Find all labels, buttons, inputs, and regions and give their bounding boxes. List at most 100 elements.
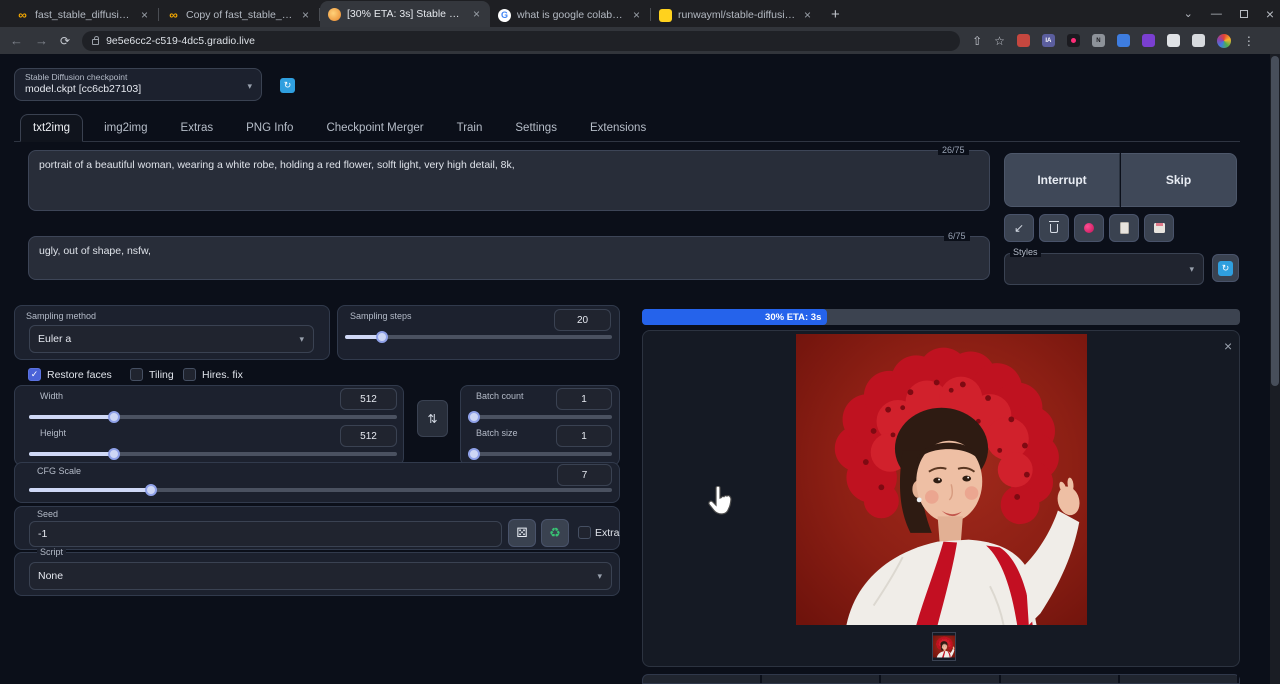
extension-icon-dark-pink (1070, 38, 1076, 43)
chevron-down-icon: ▾ (299, 333, 304, 344)
cfg-scale-value[interactable]: 7 (557, 464, 612, 486)
reuse-seed-button[interactable]: ♻ (541, 519, 569, 547)
checkpoint-refresh-button[interactable]: ↻ (280, 78, 295, 93)
cfg-scale-slider[interactable] (29, 484, 612, 496)
generated-image-preview[interactable] (795, 334, 1088, 625)
tiling-label: Tiling (149, 369, 174, 381)
height-label: Height (40, 428, 67, 438)
skip-button[interactable]: Skip (1121, 153, 1237, 207)
address-bar[interactable]: 9e5e6cc2-c519-4dc5.gradio.live (82, 30, 961, 51)
seed-input[interactable]: -1 (29, 521, 502, 547)
cfg-scale-block (14, 462, 620, 503)
gallery-thumbnail[interactable] (932, 632, 956, 661)
browser-tab-5[interactable]: runwayml/stable-diffusion-v1 × (651, 3, 821, 27)
tab-extensions[interactable]: Extensions (578, 115, 658, 141)
styles-dropdown[interactable]: ▾ (1004, 253, 1204, 285)
recycle-icon: ♻ (549, 525, 561, 540)
output-actions-row[interactable] (642, 674, 1240, 684)
tab-settings[interactable]: Settings (503, 115, 569, 141)
browser-tab-2[interactable]: ∞ Copy of fast_stable_diffusion_ × (159, 3, 319, 27)
extra-networks-button[interactable] (1074, 214, 1104, 242)
share-icon[interactable]: ⇧ (972, 34, 982, 48)
tab-search-icon[interactable]: ⌄ (1184, 7, 1193, 20)
extra-seed-checkbox[interactable] (578, 526, 591, 539)
width-slider[interactable] (29, 411, 397, 423)
script-label: Script (37, 547, 67, 557)
chevron-down-icon: ▾ (247, 81, 252, 91)
batch-count-value[interactable]: 1 (556, 388, 612, 410)
paste-arrow-icon: ↙ (1013, 221, 1025, 235)
tab-train[interactable]: Train (445, 115, 495, 141)
window-maximize-button[interactable] (1239, 9, 1248, 18)
random-seed-button[interactable]: ⚄ (508, 519, 536, 547)
batch-count-slider[interactable] (467, 411, 612, 423)
tab-close-icon[interactable]: × (802, 8, 813, 22)
webui-tab-bar: txt2img img2img Extras PNG Info Checkpoi… (14, 112, 1240, 142)
hires-fix-checkbox[interactable] (183, 368, 196, 381)
extension-icon-blue[interactable] (1116, 34, 1130, 47)
batch-size-slider[interactable] (467, 448, 612, 460)
browser-tab-1[interactable]: ∞ fast_stable_diffusion_AUTOMA × (8, 3, 158, 27)
tab-checkpoint-merger[interactable]: Checkpoint Merger (314, 115, 435, 141)
checkpoint-value: model.ckpt [cc6cb27103] (25, 83, 142, 95)
batch-size-value[interactable]: 1 (556, 425, 612, 447)
checkpoint-dropdown[interactable]: Stable Diffusion checkpoint model.ckpt [… (14, 68, 262, 101)
sampling-steps-value[interactable]: 20 (554, 309, 611, 331)
negative-prompt-input[interactable]: ugly, out of shape, nsfw, (28, 236, 990, 280)
tiling-checkbox[interactable] (130, 368, 143, 381)
page-scrollbar[interactable] (1270, 54, 1280, 684)
browser-tab-4[interactable]: G what is google colab - Googl × (490, 3, 650, 27)
interrupt-button[interactable]: Interrupt (1004, 153, 1120, 207)
window-close-button[interactable]: × (1266, 6, 1274, 22)
seed-label: Seed (37, 509, 59, 519)
window-minimize-button[interactable]: — (1211, 8, 1222, 20)
side-panel-icon[interactable] (1191, 34, 1205, 47)
width-value[interactable]: 512 (340, 388, 397, 410)
sampling-steps-slider[interactable] (345, 331, 612, 343)
new-tab-button[interactable]: + (831, 6, 840, 23)
forward-icon[interactable]: → (35, 33, 48, 48)
prompt-input[interactable]: portrait of a beautiful woman, wearing a… (28, 150, 990, 211)
sampling-method-dropdown[interactable]: Euler a ▾ (29, 325, 314, 353)
tab-extras[interactable]: Extras (169, 115, 226, 141)
tab-close-icon[interactable]: × (139, 8, 150, 22)
restore-faces-label: Restore faces (47, 369, 112, 381)
extension-icon-purple[interactable] (1141, 34, 1155, 47)
extension-icon-ia[interactable]: IA (1041, 34, 1055, 47)
tab-close-icon[interactable]: × (631, 8, 642, 22)
restore-faces-checkbox[interactable]: ✓ (28, 368, 41, 381)
colab-icon: ∞ (169, 8, 178, 22)
scrollbar-thumb[interactable] (1271, 56, 1279, 386)
script-dropdown[interactable]: None ▾ (29, 562, 612, 590)
url-text[interactable]: 9e5e6cc2-c519-4dc5.gradio.live (106, 35, 255, 47)
reload-icon[interactable]: ⟳ (60, 34, 70, 48)
bookmark-star-icon[interactable]: ☆ (994, 34, 1005, 48)
height-slider[interactable] (29, 448, 397, 460)
tab-close-icon[interactable]: × (300, 8, 311, 22)
browser-menu-icon[interactable]: ⋮ (1243, 34, 1255, 48)
negative-token-counter: 6/75 (944, 231, 970, 241)
extensions-puzzle-icon[interactable] (1166, 34, 1180, 47)
sampling-method-value: Euler a (38, 333, 72, 345)
tab-close-icon[interactable]: × (471, 7, 482, 21)
back-icon[interactable]: ← (10, 33, 23, 48)
styles-refresh-button[interactable]: ↻ (1212, 254, 1239, 282)
save-style-button[interactable] (1144, 214, 1174, 242)
profile-avatar[interactable] (1216, 33, 1231, 48)
extension-icon-red[interactable] (1016, 34, 1030, 47)
browser-tab-3-active[interactable]: [30% ETA: 3s] Stable Diffusion × (320, 1, 490, 27)
tab-img2img[interactable]: img2img (92, 115, 159, 141)
tab-txt2img[interactable]: txt2img (20, 114, 84, 142)
extension-icon-n[interactable]: N (1091, 34, 1105, 47)
height-value[interactable]: 512 (340, 425, 397, 447)
paste-params-button[interactable]: ↙ (1004, 214, 1034, 242)
sampling-steps-label: Sampling steps (350, 311, 412, 321)
tab-png-info[interactable]: PNG Info (234, 115, 305, 141)
gradio-icon (328, 7, 341, 21)
apply-style-button[interactable] (1109, 214, 1139, 242)
tab-title: fast_stable_diffusion_AUTOMA (35, 9, 133, 21)
swap-dimensions-button[interactable]: ⇅ (417, 400, 448, 437)
stable-diffusion-webui-page: Stable Diffusion checkpoint model.ckpt [… (0, 54, 1280, 684)
clear-prompt-button[interactable] (1039, 214, 1069, 242)
close-preview-icon[interactable]: × (1224, 338, 1232, 354)
